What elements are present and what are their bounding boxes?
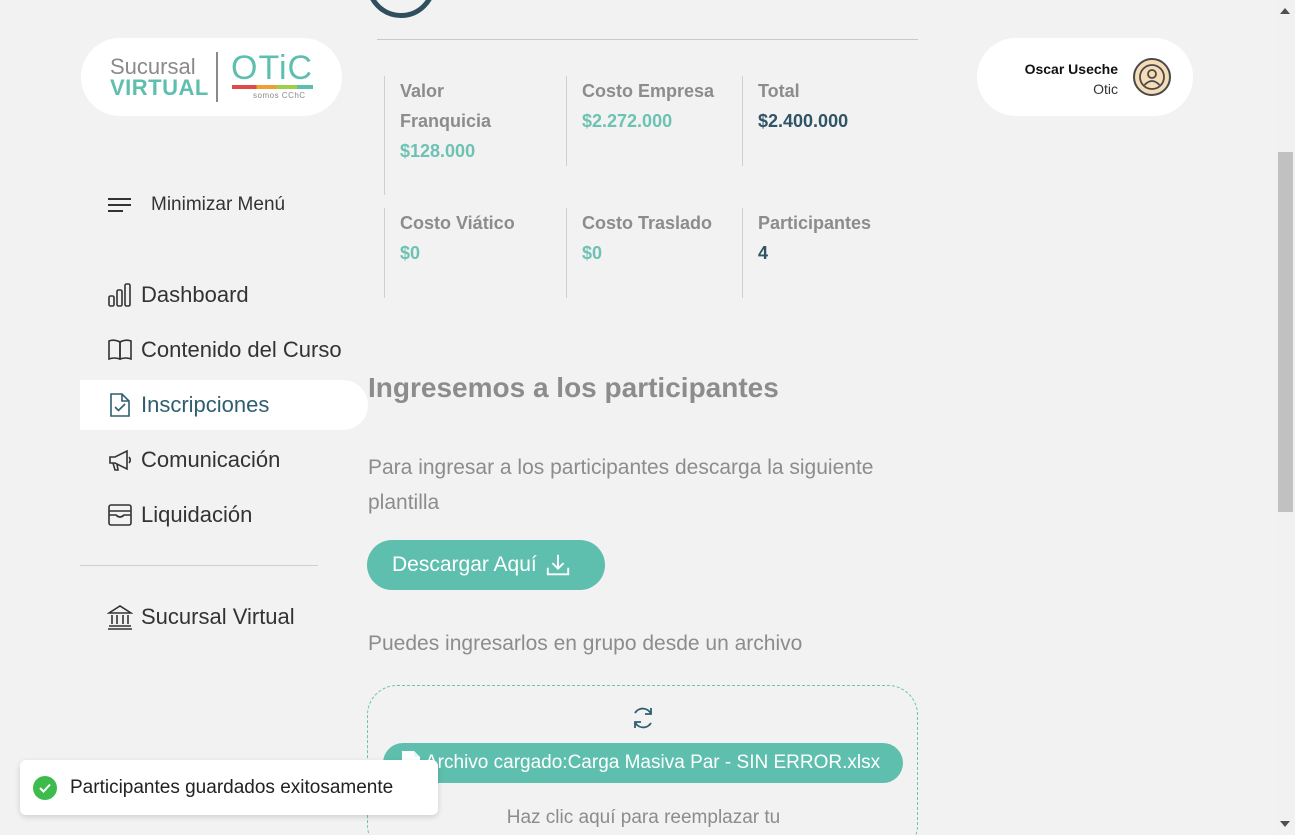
group-upload-text: Puedes ingresarlos en grupo desde un arc… xyxy=(368,632,803,655)
logo-separator xyxy=(216,52,218,102)
avatar[interactable] xyxy=(1133,58,1171,96)
sidebar-item-label: Inscripciones xyxy=(141,392,270,417)
cost-value: $2.400.000 xyxy=(758,111,849,131)
logo-brand: OTiC xyxy=(231,49,314,87)
cost-value: $128.000 xyxy=(400,141,476,161)
user-card[interactable]: Oscar Useche Otic xyxy=(977,38,1193,116)
user-icon xyxy=(1139,64,1165,90)
cost-label: Costo Traslado xyxy=(582,213,713,233)
sidebar-item-comunicacion[interactable]: Comunicación xyxy=(80,435,368,485)
cost-costo-viatico: Costo Viático $0 xyxy=(384,208,534,298)
sidebar-item-label: Sucursal Virtual xyxy=(141,604,295,629)
cost-participantes: Participantes 4 xyxy=(742,208,912,298)
sidebar-item-contenido[interactable]: Contenido del Curso xyxy=(80,325,368,375)
book-icon xyxy=(107,337,133,363)
sidebar-item-label: Liquidación xyxy=(141,502,253,527)
success-toast: Participantes guardados exitosamente xyxy=(20,760,438,815)
download-icon xyxy=(545,552,571,578)
sidebar-item-label: Contenido del Curso xyxy=(141,337,342,362)
cost-total: Total $2.400.000 xyxy=(742,76,912,166)
cost-value: $0 xyxy=(582,243,603,263)
course-progress-ring xyxy=(366,0,436,18)
toast-message: Participantes guardados exitosamente xyxy=(70,776,394,798)
sidebar-item-dashboard[interactable]: Dashboard xyxy=(80,270,368,320)
uploaded-file-name: Archivo cargado:Carga Masiva Par - SIN E… xyxy=(425,752,881,773)
logo-tagline: somos CChC xyxy=(253,91,306,100)
refresh-icon[interactable] xyxy=(630,705,656,736)
cost-label: Total xyxy=(758,81,800,101)
cost-label: Costo Empresa xyxy=(582,81,715,101)
sidebar-item-label: Comunicación xyxy=(141,447,281,472)
file-upload-dropzone[interactable]: Archivo cargado:Carga Masiva Par - SIN E… xyxy=(367,685,918,835)
logo-card[interactable]: Sucursal VIRTUAL OTiC somos CChC xyxy=(81,38,342,116)
scroll-up-arrow-icon[interactable] xyxy=(1280,8,1290,14)
minimize-menu-label: Minimizar Menú xyxy=(151,194,286,215)
page-title: Ingresemos a los participantes xyxy=(368,372,779,403)
archive-icon xyxy=(107,502,133,528)
instructions-text: Para ingresar a los participantes descar… xyxy=(368,456,874,514)
cost-value: $2.272.000 xyxy=(582,111,673,131)
sidebar-item-label: Dashboard xyxy=(141,282,249,307)
cost-label: Valor Franquicia xyxy=(400,81,492,131)
cost-costo-empresa: Costo Empresa $2.272.000 xyxy=(566,76,726,166)
logo-virtual-text: VIRTUAL xyxy=(110,75,209,100)
sidebar-item-inscripciones[interactable]: Inscripciones xyxy=(80,380,368,430)
logo-color-bar xyxy=(232,85,313,89)
download-template-button[interactable]: Descargar Aquí xyxy=(367,540,605,590)
replace-file-link[interactable]: Haz clic aquí para reemplazar tu xyxy=(368,806,919,830)
bank-icon xyxy=(107,604,133,630)
cost-label: Participantes xyxy=(758,213,872,233)
cost-value: $0 xyxy=(400,243,421,263)
minimize-menu-button[interactable]: Minimizar Menú xyxy=(107,192,285,218)
user-name: Oscar Useche xyxy=(1024,61,1118,77)
megaphone-icon xyxy=(107,447,133,473)
sidebar-divider xyxy=(80,565,318,566)
cost-valor-franquicia: Valor Franquicia $128.000 xyxy=(384,76,534,195)
cost-value: 4 xyxy=(758,243,769,263)
check-circle-icon xyxy=(33,775,57,800)
cost-label: Costo Viático xyxy=(400,213,515,233)
header-divider xyxy=(377,39,918,40)
page-scrollbar[interactable] xyxy=(1276,0,1295,835)
sidebar-item-sucursal-virtual[interactable]: Sucursal Virtual xyxy=(80,592,368,642)
download-button-label: Descargar Aquí xyxy=(392,553,537,576)
cost-costo-traslado: Costo Traslado $0 xyxy=(566,208,726,298)
scroll-down-arrow-icon[interactable] xyxy=(1280,821,1290,827)
user-org: Otic xyxy=(1093,81,1118,97)
uploaded-file-chip: Archivo cargado:Carga Masiva Par - SIN E… xyxy=(383,743,903,783)
scrollbar-thumb[interactable] xyxy=(1278,152,1293,512)
menu-icon xyxy=(108,198,131,212)
document-check-icon xyxy=(107,392,133,418)
bar-chart-icon xyxy=(107,282,133,308)
sidebar-item-liquidacion[interactable]: Liquidación xyxy=(80,490,368,540)
